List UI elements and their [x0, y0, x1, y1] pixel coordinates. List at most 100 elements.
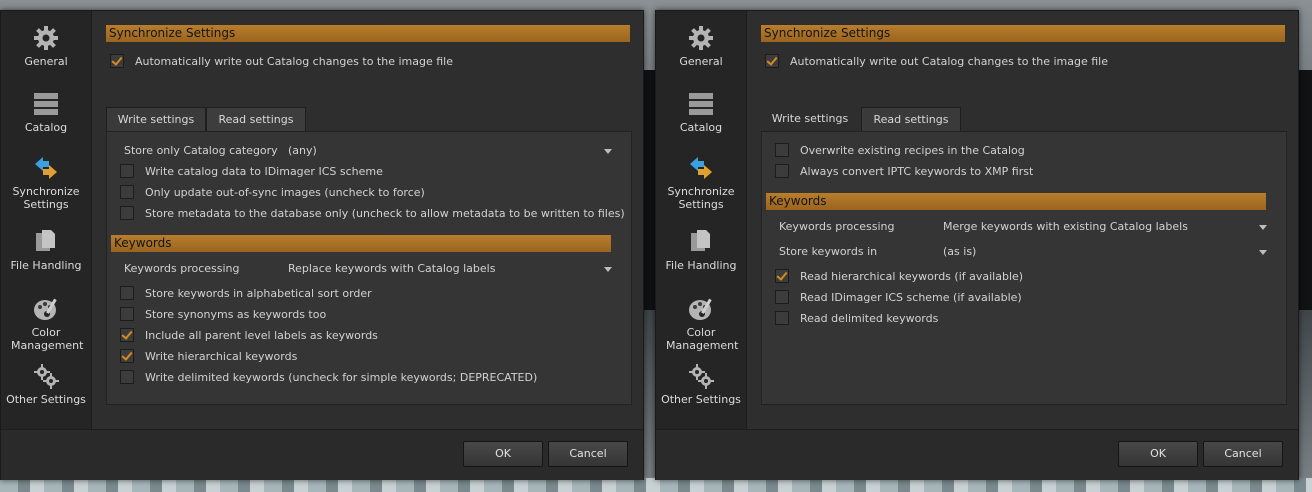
- sidebar: General Catalog Synchronize Settings Fil…: [656, 11, 747, 429]
- sidebar-item-file-handling[interactable]: File Handling: [656, 229, 746, 272]
- settings-content: Synchronize Settings Automatically write…: [92, 11, 643, 429]
- sidebar-item-file-handling[interactable]: File Handling: [1, 229, 91, 272]
- keyword-option-row[interactable]: Read delimited keywords: [775, 311, 938, 327]
- chevron-down-icon: [604, 149, 612, 154]
- checkbox-checked[interactable]: [775, 269, 789, 283]
- sync-arrows-icon: [35, 157, 57, 179]
- gears-icon: [689, 364, 714, 389]
- store-keywords-in-dropdown[interactable]: Store keywords in (as is): [779, 244, 1279, 260]
- sidebar-item-catalog[interactable]: Catalog: [1, 91, 91, 134]
- tab-write-settings[interactable]: Write settings: [106, 107, 206, 132]
- sidebar-item-general[interactable]: General: [656, 25, 746, 68]
- settings-tabs: Write settings Read settings: [106, 107, 626, 132]
- catalog-stack-icon: [34, 93, 58, 115]
- write-option-row[interactable]: Only update out-of-sync images (uncheck …: [120, 185, 425, 201]
- sidebar: General Catalog Synchronize Settings Fil…: [1, 11, 92, 429]
- sidebar-item-label: File Handling: [10, 259, 82, 272]
- preferences-dialog-right: General Catalog Synchronize Settings Fil…: [655, 10, 1299, 480]
- tab-read-settings[interactable]: Read settings: [206, 107, 306, 132]
- keywords-processing-dropdown[interactable]: Keywords processing Replace keywords wit…: [124, 261, 624, 277]
- sidebar-item-label: Color Management: [11, 326, 84, 352]
- dropdown-value: (any): [288, 144, 317, 157]
- chevron-down-icon: [1259, 250, 1267, 255]
- checkbox-unchecked[interactable]: [775, 290, 789, 304]
- keyword-option-row[interactable]: Store keywords in alphabetical sort orde…: [120, 286, 372, 302]
- tab-read-settings[interactable]: Read settings: [861, 107, 961, 132]
- sidebar-item-synchronize-settings[interactable]: Synchronize Settings: [656, 155, 746, 211]
- checkbox-unchecked[interactable]: [120, 286, 134, 300]
- checkbox-label: Automatically write out Catalog changes …: [790, 55, 1108, 68]
- background-sea-strip: [0, 478, 1312, 492]
- sidebar-item-label: General: [679, 55, 723, 68]
- preferences-dialog-left: General Catalog Synchronize Settings Fil…: [0, 10, 644, 480]
- files-icon: [691, 230, 710, 251]
- checkbox-unchecked[interactable]: [775, 311, 789, 325]
- gear-icon: [34, 26, 58, 50]
- sidebar-item-general[interactable]: General: [1, 25, 91, 68]
- auto-write-checkbox[interactable]: Automatically write out Catalog changes …: [765, 54, 1108, 70]
- dialog-footer: OK Cancel: [656, 429, 1298, 480]
- checkbox-unchecked[interactable]: [120, 307, 134, 321]
- ok-button[interactable]: OK: [1118, 441, 1198, 467]
- sidebar-item-synchronize-settings[interactable]: Synchronize Settings: [1, 155, 91, 211]
- checkbox-unchecked[interactable]: [120, 164, 134, 178]
- checkbox-checked[interactable]: [120, 328, 134, 342]
- keywords-processing-dropdown[interactable]: Keywords processing Merge keywords with …: [779, 219, 1279, 235]
- dialog-footer: OK Cancel: [1, 429, 643, 480]
- store-only-category-dropdown[interactable]: Store only Catalog category (any): [124, 143, 624, 159]
- checkbox-unchecked[interactable]: [775, 143, 789, 157]
- sidebar-item-label: General: [24, 55, 68, 68]
- keyword-option-row[interactable]: Read IDimager ICS scheme (if available): [775, 290, 1022, 306]
- field-label: Store keywords in: [779, 245, 878, 258]
- sidebar-item-other-settings[interactable]: Other Settings: [1, 363, 91, 406]
- write-settings-panel: Store only Catalog category (any) Write …: [106, 131, 632, 405]
- cancel-button[interactable]: Cancel: [548, 441, 628, 467]
- read-option-row[interactable]: Always convert IPTC keywords to XMP firs…: [775, 164, 1033, 180]
- settings-tabs: Write settings Read settings: [761, 107, 1281, 132]
- write-option-row[interactable]: Store metadata to the database only (unc…: [120, 206, 625, 222]
- auto-write-checkbox[interactable]: Automatically write out Catalog changes …: [110, 54, 453, 70]
- checkbox-checked[interactable]: [765, 54, 779, 68]
- keyword-option-row[interactable]: Store synonyms as keywords too: [120, 307, 326, 323]
- checkbox-label: Overwrite existing recipes in the Catalo…: [800, 144, 1025, 157]
- checkbox-label: Store keywords in alphabetical sort orde…: [145, 287, 372, 300]
- sidebar-item-other-settings[interactable]: Other Settings: [656, 363, 746, 406]
- settings-content: Synchronize Settings Automatically write…: [747, 11, 1298, 429]
- field-label: Keywords processing: [779, 220, 895, 233]
- keyword-option-row[interactable]: Write delimited keywords (uncheck for si…: [120, 370, 537, 386]
- catalog-stack-icon: [689, 93, 713, 115]
- palette-icon: [34, 298, 57, 320]
- background-photo-strip: [642, 70, 656, 310]
- checkbox-label: Read delimited keywords: [800, 312, 939, 325]
- read-option-row[interactable]: Overwrite existing recipes in the Catalo…: [775, 143, 1025, 159]
- checkbox-unchecked[interactable]: [120, 370, 134, 384]
- sidebar-item-label: Catalog: [24, 121, 68, 134]
- checkbox-label: Automatically write out Catalog changes …: [135, 55, 453, 68]
- sidebar-item-color-management[interactable]: Color Management: [656, 296, 746, 352]
- sidebar-item-color-management[interactable]: Color Management: [1, 296, 91, 352]
- keyword-option-row[interactable]: Read hierarchical keywords (if available…: [775, 269, 1023, 285]
- background-photo-strip: [1298, 70, 1312, 310]
- section-header-keywords: Keywords: [111, 235, 611, 252]
- checkbox-label: Read hierarchical keywords (if available…: [800, 270, 1024, 283]
- keyword-option-row[interactable]: Write hierarchical keywords: [120, 349, 297, 365]
- checkbox-checked[interactable]: [110, 54, 124, 68]
- dropdown-value: Replace keywords with Catalog labels: [288, 262, 496, 275]
- checkbox-label: Store metadata to the database only (unc…: [145, 207, 625, 220]
- palette-icon: [689, 298, 712, 320]
- checkbox-label: Write delimited keywords (uncheck for si…: [145, 371, 538, 384]
- section-header-keywords: Keywords: [766, 193, 1266, 210]
- cancel-button[interactable]: Cancel: [1203, 441, 1283, 467]
- checkbox-unchecked[interactable]: [120, 185, 134, 199]
- ok-button[interactable]: OK: [463, 441, 543, 467]
- keyword-option-row[interactable]: Include all parent level labels as keywo…: [120, 328, 378, 344]
- sidebar-item-catalog[interactable]: Catalog: [656, 91, 746, 134]
- tab-write-settings[interactable]: Write settings: [761, 107, 859, 131]
- checkbox-label: Always convert IPTC keywords to XMP firs…: [800, 165, 1034, 178]
- write-option-row[interactable]: Write catalog data to IDimager ICS schem…: [120, 164, 383, 180]
- checkbox-unchecked[interactable]: [775, 164, 789, 178]
- checkbox-checked[interactable]: [120, 349, 134, 363]
- sync-arrows-icon: [690, 157, 712, 179]
- checkbox-unchecked[interactable]: [120, 206, 134, 220]
- read-settings-panel: Overwrite existing recipes in the Catalo…: [761, 131, 1287, 405]
